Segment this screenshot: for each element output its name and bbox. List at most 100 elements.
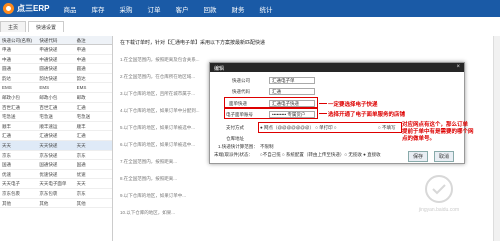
table-cell: 京东 — [2, 152, 11, 158]
express-company-table: 快递公司(名称) 快递代码 备注 申通 申通快递 申通 中通 中通快递 中通 圆通 圆通快递圆… — [0, 36, 113, 241]
dialog-title-bar: 编辑 × — [210, 63, 464, 72]
table-row[interactable]: 顺丰 顺丰速运 顺丰 — [0, 122, 112, 132]
table-cell: 中通 — [2, 56, 11, 62]
table-cell: 邮政 — [76, 94, 86, 100]
table-cell: 韵达 — [2, 75, 11, 81]
table-cell: 天天电子面单 — [39, 181, 67, 187]
table-cell: 国通快递 — [39, 162, 58, 168]
table-cell: 邮政小包 — [39, 94, 58, 100]
table-cell: 中通快递 — [39, 56, 58, 62]
menu-item-order[interactable]: 订单 — [147, 4, 160, 14]
table-cell: 汇通快递 — [39, 133, 58, 139]
highlight-box-method — [258, 122, 402, 133]
cancel-button[interactable]: 取消 — [434, 151, 455, 162]
menu-item-stats[interactable]: 统计 — [259, 4, 272, 14]
menu-item-purchase[interactable]: 采购 — [119, 4, 132, 14]
annotation-arrow — [319, 113, 327, 114]
table-header: 快递公司(名称) 快递代码 备注 — [0, 36, 112, 45]
table-row[interactable]: 韵达 韵达快递 韵达 — [0, 74, 112, 84]
highlight-box-account — [224, 108, 318, 119]
settings-hint: 在下载订单时，针对【汇通电子单】采用以下方案按最新匹配快递 — [120, 40, 266, 46]
annotation-arrow — [319, 103, 327, 104]
watermark: jingyan.baidu.com — [404, 171, 474, 215]
table-cell: 顺丰速运 — [39, 123, 58, 129]
table-cell: 其他 — [2, 200, 11, 206]
range-label: 1.快递快计算范围： — [218, 144, 258, 149]
table-cell: 圆通快递 — [39, 66, 58, 72]
company-input[interactable]: 汇通电子单 — [269, 77, 315, 84]
table-cell: 百世汇通 — [39, 104, 58, 110]
menu-item-customer[interactable]: 客户 — [175, 4, 188, 14]
table-cell: 国通 — [2, 162, 11, 168]
table-cell: 百世汇通 — [2, 104, 20, 110]
table-cell: 顺丰 — [76, 123, 86, 129]
table-cell: 其他 — [76, 200, 86, 206]
menu-item-goods[interactable]: 商品 — [63, 4, 76, 14]
close-icon[interactable]: × — [456, 64, 460, 70]
range-value[interactable]: 不限制 — [260, 144, 274, 150]
table-row[interactable]: 国通 国通快递 国通 — [0, 160, 112, 170]
table-cell: 韵达 — [76, 75, 86, 81]
table-cell: 顺丰 — [2, 123, 11, 129]
table-cell: 宅急送 — [39, 114, 53, 120]
table-row[interactable]: 其他 其他 其他 — [0, 199, 112, 209]
table-row[interactable]: 汇通 汇通快递 汇通 — [0, 131, 112, 141]
table-cell: EMS — [76, 85, 87, 91]
page-tabs: 主页 快递设置 — [0, 21, 66, 32]
table-cell: 邮政小包 — [2, 94, 20, 100]
table-cell: 其他 — [39, 200, 49, 206]
watermark-text: jingyan.baidu.com — [418, 207, 460, 213]
code-label: 快递代码 — [232, 89, 250, 94]
app-logo[interactable]: 点三ERP — [3, 3, 49, 14]
table-row[interactable]: 京东包裹 京东包裹 京东 — [0, 189, 112, 199]
table-cell: 京东 — [76, 152, 86, 158]
table-cell: 京东 — [76, 190, 86, 196]
table-cell: 申通 — [2, 47, 11, 52]
table-cell: 韵达快递 — [39, 75, 58, 81]
table-row[interactable]: 申通 申通快递 申通 — [0, 45, 112, 55]
table-row[interactable]: 宅急送 宅急送 宅急送 — [0, 112, 112, 122]
highlight-box-face — [224, 97, 318, 108]
tab-express-settings[interactable]: 快递设置 — [28, 21, 65, 32]
menu-item-finance[interactable]: 财务 — [231, 4, 244, 14]
table-cell: 京东包裹 — [39, 190, 58, 196]
annotation-text-2: 选择开通了电子面单服务的店铺 — [328, 112, 406, 118]
table-row[interactable]: 百世汇通 百世汇通 汇通 — [0, 103, 112, 113]
table-row[interactable]: 天天电子 天天电子面单 天天 — [0, 179, 112, 189]
annotation-text-1: 一定要选择电子快递 — [328, 102, 378, 108]
dialog-title: 编辑 — [214, 66, 225, 72]
column-header[interactable]: 备注 — [75, 36, 112, 44]
tail-options[interactable]: ○不自己揽 ○ 系统配置（转由上传至快递）○ 无揽收 ● 直接收 — [260, 152, 381, 158]
table-cell: EMS — [2, 85, 12, 91]
code-input[interactable]: 汇通 — [269, 88, 315, 95]
table-row[interactable]: 中通 中通快递 中通 — [0, 55, 112, 65]
save-button[interactable]: 保存 — [408, 151, 429, 162]
menu-item-payment[interactable]: 回款 — [203, 4, 216, 14]
table-cell: 优速 — [76, 171, 86, 177]
table-row[interactable]: 邮政小包 邮政小包 邮政 — [0, 93, 112, 103]
table-cell: 天天 — [76, 142, 86, 148]
annotation-text-3: 对应网点有这个，那么订单 提前于单中有是需要的哪个网 点的做单号。 — [402, 122, 474, 142]
main-menu: 商品 库存 采购 订单 客户 回款 财务 统计 — [63, 4, 287, 14]
table-cell: 汇通 — [2, 133, 11, 139]
page-scrollbar[interactable] — [493, 36, 500, 241]
column-header[interactable]: 快递代码 — [37, 36, 74, 44]
table-cell: 宅急送 — [76, 114, 91, 120]
menu-item-stock[interactable]: 库存 — [91, 4, 104, 14]
check-label: 仓库地址 — [226, 136, 244, 141]
table-row[interactable]: 天天 天天快递 天天 — [0, 140, 112, 151]
table-row[interactable]: EMS EMS EMS — [0, 83, 112, 93]
table-cell: 圆通 — [76, 66, 86, 72]
table-row[interactable]: 优速 优速快递 优速 — [0, 170, 112, 180]
table-cell: 汇通 — [76, 104, 86, 110]
tail-label: 末端(取派件)状态： — [214, 152, 253, 157]
table-cell: 优速 — [2, 171, 11, 177]
tab-home[interactable]: 主页 — [0, 21, 27, 32]
table-row[interactable]: 京东 京东快递 京东 — [0, 151, 112, 161]
table-cell: 汇通 — [76, 133, 86, 139]
table-cell: 京东快递 — [39, 152, 58, 158]
table-row[interactable]: 圆通 圆通快递 圆通 — [0, 64, 112, 74]
table-cell: 京东包裹 — [2, 190, 20, 196]
column-header[interactable]: 快递公司(名称) — [0, 36, 37, 44]
table-cell: 圆通 — [2, 66, 11, 72]
